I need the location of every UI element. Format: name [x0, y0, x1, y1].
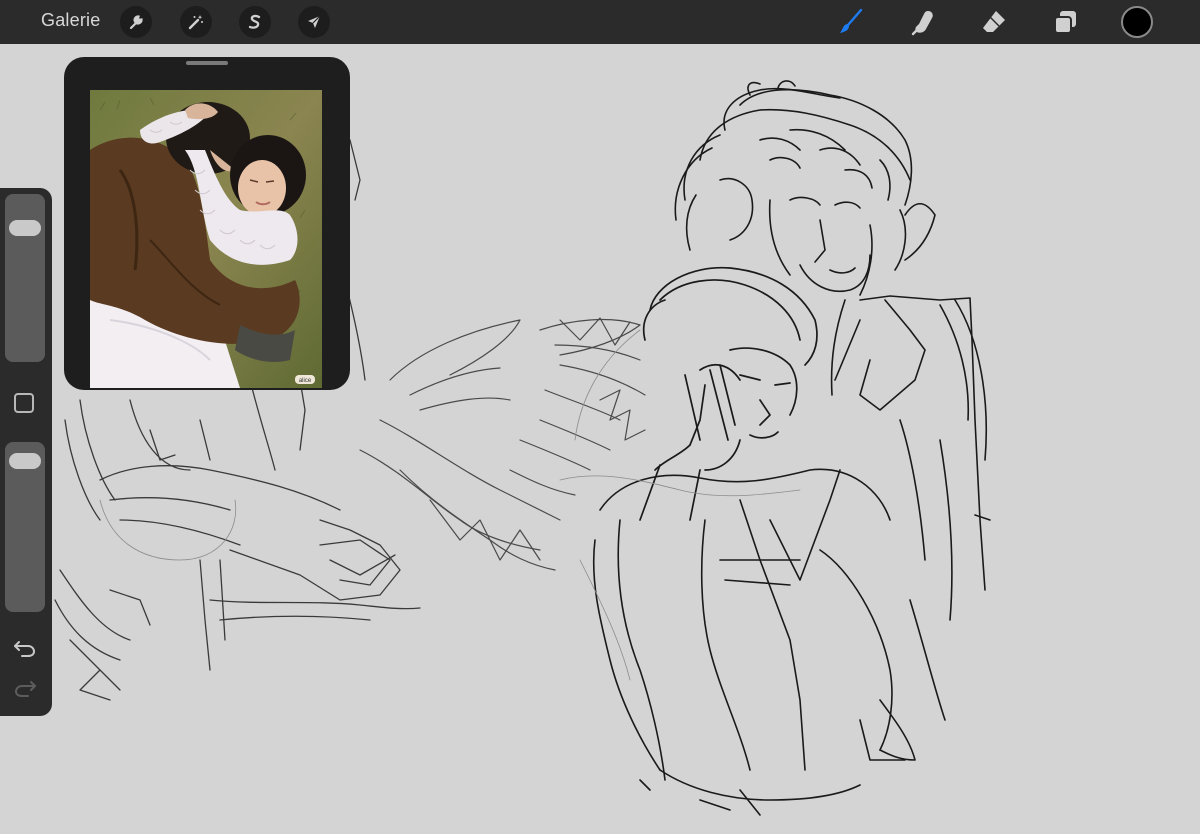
undo-arrow-icon [14, 641, 36, 657]
magic-wand-icon [188, 15, 203, 30]
actions-button[interactable] [120, 6, 152, 38]
opacity-thumb[interactable] [9, 453, 41, 470]
selection-s-icon [248, 14, 261, 29]
layers-icon [1054, 11, 1076, 34]
sketch-wings [359, 317, 646, 571]
reference-photo: alice [90, 90, 322, 388]
eraser-icon [983, 11, 1005, 32]
layers-button[interactable] [1048, 6, 1082, 38]
transform-button[interactable] [298, 6, 330, 38]
arrow-cursor-icon [308, 15, 321, 28]
modifier-button[interactable] [14, 393, 34, 413]
selection-button[interactable] [239, 6, 271, 38]
wrench-icon [129, 15, 143, 30]
brush-tool-button[interactable] [834, 6, 868, 38]
redo-button[interactable] [12, 678, 38, 698]
sketch-lower-figure-body [592, 468, 893, 816]
reference-window[interactable]: alice [64, 57, 350, 390]
undo-button[interactable] [12, 638, 38, 658]
left-sidebar [0, 188, 52, 716]
sketch-upper-figure-head [674, 80, 936, 296]
brush-size-thumb[interactable] [9, 219, 41, 236]
brush-size-slider[interactable] [5, 194, 45, 362]
opacity-slider[interactable] [5, 442, 45, 612]
top-toolbar: Galerie [0, 0, 1200, 44]
smudge-finger-icon [911, 11, 933, 36]
gallery-button[interactable]: Galerie [41, 10, 100, 31]
color-picker-button[interactable] [1121, 6, 1153, 38]
reference-drag-handle[interactable] [186, 61, 228, 65]
reference-badge-text: alice [299, 378, 312, 384]
sketch-upper-figure-jacket [830, 295, 991, 761]
eraser-tool-button[interactable] [977, 6, 1011, 38]
brush-icon [840, 8, 863, 33]
smudge-tool-button[interactable] [906, 6, 940, 38]
adjustments-button[interactable] [180, 6, 212, 38]
redo-arrow-icon [14, 681, 36, 697]
